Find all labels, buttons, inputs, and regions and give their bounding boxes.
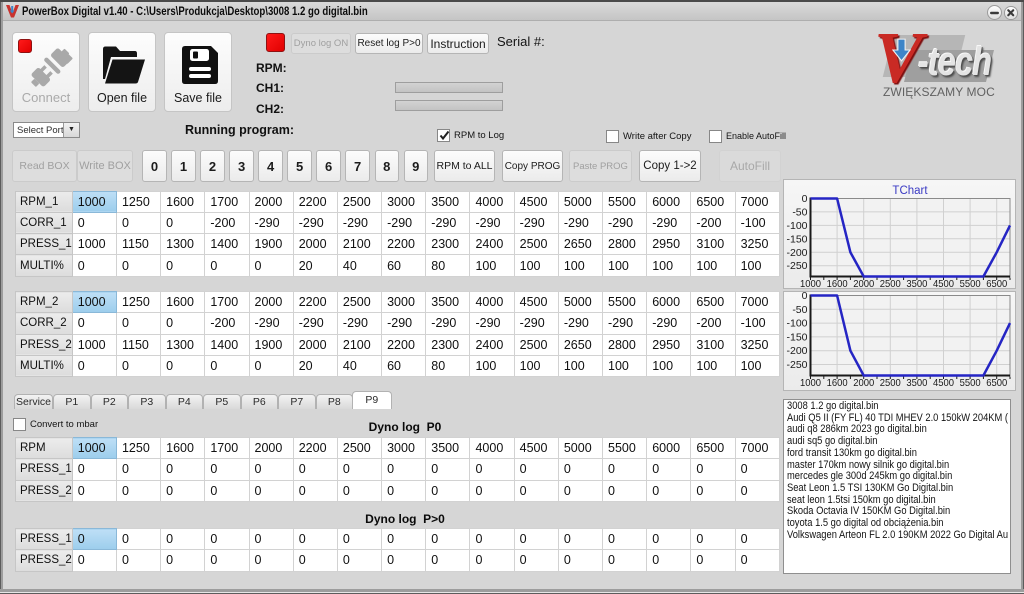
svg-text:4500: 4500 (933, 278, 954, 288)
svg-text:-250: -250 (786, 260, 807, 272)
svg-text:6500: 6500 (986, 377, 1007, 389)
svg-text:-150: -150 (786, 233, 807, 245)
svg-text:4500: 4500 (933, 377, 954, 389)
svg-text:2000: 2000 (853, 377, 874, 389)
svg-text:5500: 5500 (960, 278, 981, 288)
svg-text:3500: 3500 (906, 377, 927, 389)
svg-text:6500: 6500 (986, 278, 1007, 288)
svg-text:2500: 2500 (880, 278, 901, 288)
svg-text:0: 0 (802, 193, 808, 205)
svg-text:1600: 1600 (827, 377, 848, 389)
svg-text:2500: 2500 (880, 377, 901, 389)
svg-text:-200: -200 (786, 345, 807, 357)
svg-text:TChart: TChart (892, 185, 928, 197)
svg-text:-150: -150 (786, 331, 807, 343)
svg-text:1000: 1000 (800, 278, 821, 288)
svg-text:3500: 3500 (906, 278, 927, 288)
svg-text:1600: 1600 (827, 278, 848, 288)
svg-text:0: 0 (802, 292, 808, 302)
svg-text:-100: -100 (786, 220, 807, 232)
svg-text:-200: -200 (786, 247, 807, 259)
svg-text:5500: 5500 (960, 377, 981, 389)
svg-text:-250: -250 (786, 359, 807, 371)
svg-text:-50: -50 (792, 206, 807, 218)
svg-text:-50: -50 (792, 304, 807, 316)
svg-text:1000: 1000 (800, 377, 821, 389)
svg-text:-100: -100 (786, 318, 807, 330)
svg-text:2000: 2000 (853, 278, 874, 288)
